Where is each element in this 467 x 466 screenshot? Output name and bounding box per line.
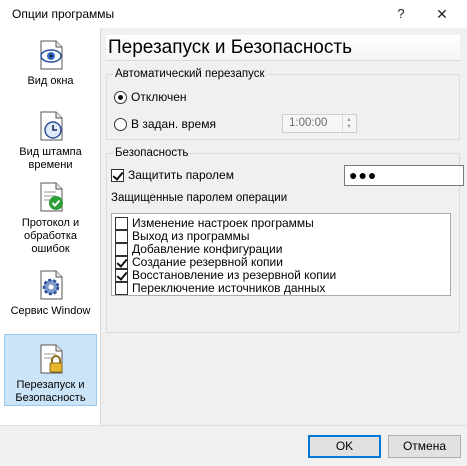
autorestart-legend: Автоматический перезапуск [115,68,265,80]
protect-password-checkbox[interactable]: Защитить паролем [111,168,234,182]
document-clock-icon [40,111,62,141]
document-eye-icon [39,40,62,70]
sidebar-item-label: Протокол и обработка ошибок [21,217,80,255]
sidebar: Вид окна Вид штампа времени Протокол и о… [0,28,101,425]
help-button[interactable]: ? [383,0,419,28]
radio-at-time-indicator[interactable] [114,117,127,131]
time-spinner[interactable]: ▲ ▼ [342,115,356,132]
radio-at-time[interactable]: В задан. время [114,117,216,131]
radio-off-label: Отключен [131,90,187,104]
cancel-button[interactable]: Отмена [388,435,461,458]
op-check-switch-source[interactable] [115,282,128,295]
sidebar-item-label: Вид окна [27,75,74,87]
op-check-restore[interactable] [115,269,128,282]
password-input[interactable]: ●●● [344,165,464,186]
op-check-settings[interactable] [115,217,128,230]
op-check-backup[interactable] [115,256,128,269]
protect-password-check[interactable] [111,168,124,182]
main-panel: Перезапуск и Безопасность Автоматический… [101,28,467,425]
security-legend: Безопасность [115,147,189,159]
ok-button[interactable]: OK [308,435,381,458]
document-gear-icon [40,270,62,300]
sidebar-item-label: Перезапуск и Безопасность [15,379,86,404]
sidebar-item-window-view[interactable]: Вид окна [4,39,97,89]
sidebar-item-timestamp-view[interactable]: Вид штампа времени [4,110,97,176]
radio-at-time-label: В задан. время [131,117,216,131]
title-bar: Опции программы ? ✕ [0,0,467,28]
spin-down-icon[interactable]: ▼ [346,124,352,130]
sidebar-item-log-errors[interactable]: Протокол и обработка ошибок [4,181,97,261]
restart-time-field[interactable]: 1:00:00 ▲ ▼ [282,114,357,133]
document-check-icon [40,182,63,212]
button-bar: OK Отмена [0,425,467,466]
op-check-add-config[interactable] [115,243,128,256]
op-label: Переключение источников данных [132,281,326,295]
close-button[interactable]: ✕ [424,0,460,28]
spin-up-icon[interactable]: ▲ [346,117,352,123]
page-title: Перезапуск и Безопасность [106,35,460,61]
protected-ops-list[interactable]: Изменение настроек программы Выход из пр… [111,213,451,296]
document-lock-icon [40,344,62,374]
protected-ops-label: Защищенные паролем операции [111,192,288,204]
radio-off-indicator[interactable] [114,90,127,104]
radio-off[interactable]: Отключен [114,90,187,104]
sidebar-item-label: Вид штампа времени [19,146,82,171]
sidebar-item-label: Сервис Window [10,305,91,317]
op-check-exit[interactable] [115,230,128,243]
window-title: Опции программы [12,7,115,21]
restart-time-value: 1:00:00 [289,117,328,129]
sidebar-item-restart-security[interactable]: Перезапуск и Безопасность [4,334,97,406]
protect-password-label: Защитить паролем [128,168,234,182]
sidebar-item-windows-service[interactable]: Сервис Window [4,269,97,321]
list-item[interactable]: Переключение источников данных [115,282,325,295]
